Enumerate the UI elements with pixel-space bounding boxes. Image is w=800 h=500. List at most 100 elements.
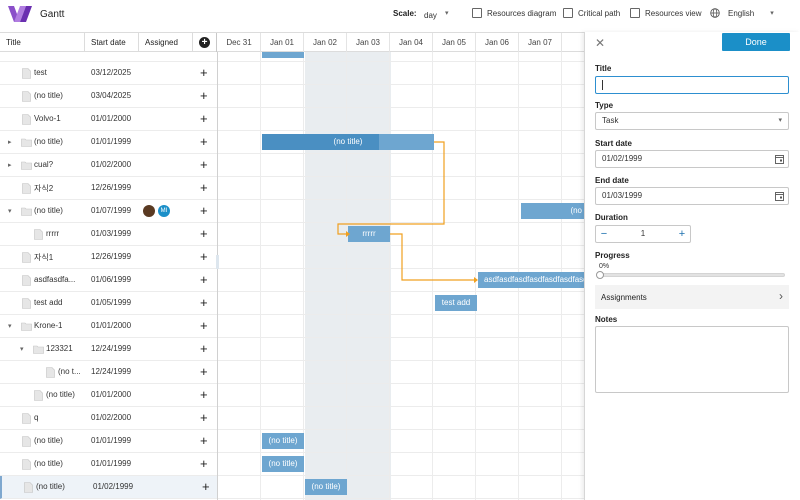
add-subtask-button[interactable]: + (200, 433, 208, 448)
table-row[interactable]: (no title) 01/01/2000 + (0, 384, 218, 407)
start-date-label: Start date (595, 139, 632, 148)
task-start-date: 12/24/1999 (91, 344, 132, 353)
table-row[interactable]: (no title) 01/01/1999 + (0, 453, 218, 476)
critical-path-checkbox[interactable]: Critical path (563, 8, 620, 18)
day-header: Dec 31 (218, 33, 261, 52)
task-bar-no-title-selected[interactable]: (no title) (305, 479, 347, 495)
add-subtask-button[interactable]: + (200, 410, 208, 425)
add-subtask-button[interactable]: + (200, 249, 208, 264)
table-row[interactable]: ▾ Krone-1 01/01/2000 + (0, 315, 218, 338)
table-row[interactable]: rrrrr 01/03/1999 + (0, 223, 218, 246)
calendar-icon[interactable] (775, 154, 784, 164)
add-subtask-button[interactable]: + (200, 65, 208, 80)
table-row[interactable]: ▸ (no title) 01/01/1999 + (0, 131, 218, 154)
slider-thumb[interactable] (596, 271, 604, 279)
add-task-button[interactable]: + (199, 37, 210, 48)
increment-button[interactable]: + (674, 226, 690, 242)
task-title: asdfasdfa... (34, 275, 76, 284)
task-start-date: 01/05/1999 (91, 298, 132, 307)
add-subtask-button[interactable]: + (200, 295, 208, 310)
table-row[interactable]: ▾ (no title) 01/07/1999 MI + (0, 200, 218, 223)
add-subtask-button[interactable]: + (200, 456, 208, 471)
task-start-date: 01/01/2000 (91, 114, 132, 123)
resources-view-checkbox[interactable]: Resources view (630, 8, 701, 18)
task-bar-no-title-right[interactable]: (no (521, 203, 584, 219)
chevron-down-icon[interactable]: ▾ (8, 322, 12, 330)
language-select[interactable]: English ▾ (710, 8, 774, 18)
file-icon (22, 459, 31, 470)
add-subtask-button[interactable]: + (200, 341, 208, 356)
column-header-title[interactable]: Title (0, 33, 85, 52)
start-date-value: 01/02/1999 (602, 154, 643, 163)
task-start-date: 12/26/1999 (91, 252, 132, 261)
add-subtask-button[interactable]: + (200, 272, 208, 287)
task-bar-no-title[interactable]: (no title) (262, 456, 304, 472)
type-select[interactable]: Task ▾ (595, 112, 789, 130)
table-row[interactable]: q 01/02/2000 + (0, 407, 218, 430)
scale-select[interactable]: day ▾ (424, 8, 454, 22)
task-bar-rrrrr[interactable]: rrrrr (348, 226, 390, 242)
decrement-button[interactable]: − (596, 226, 612, 242)
table-row[interactable]: (no title) 03/04/2025 + (0, 85, 218, 108)
chevron-down-icon[interactable]: ▾ (8, 207, 12, 215)
task-title: 자식2 (34, 184, 54, 193)
table-row[interactable]: (no t... 12/24/1999 + (0, 361, 218, 384)
day-column (347, 52, 390, 500)
timeline-scroll-handle[interactable] (216, 255, 219, 269)
add-subtask-button[interactable]: + (202, 479, 210, 494)
duration-value[interactable]: 1 (612, 226, 674, 242)
table-row[interactable]: asdfasdfa... 01/06/1999 + (0, 269, 218, 292)
task-bar[interactable] (262, 52, 304, 58)
task-bar-test-add[interactable]: test add (435, 295, 477, 311)
task-bar-no-title[interactable]: (no title) (262, 433, 304, 449)
column-header-start-date[interactable]: Start date (85, 33, 139, 52)
add-subtask-button[interactable]: + (200, 180, 208, 195)
file-icon (22, 252, 31, 263)
table-row[interactable]: test add 01/05/1999 + (0, 292, 218, 315)
table-row[interactable]: ▾ 123321 12/24/1999 + (0, 338, 218, 361)
table-row[interactable]: ▸ cual? 01/02/2000 + (0, 154, 218, 177)
progress-slider[interactable] (596, 271, 785, 279)
task-bar-label: (no title) (268, 459, 298, 468)
row-line (218, 130, 584, 131)
table-row[interactable]: (no title) 01/02/1999 + (0, 476, 218, 499)
chevron-down-icon[interactable]: ▾ (20, 345, 24, 353)
add-subtask-button[interactable]: + (200, 387, 208, 402)
task-bar-no-title-parent[interactable]: (no title) (262, 134, 434, 150)
table-row[interactable]: 자식1 12/26/1999 + (0, 246, 218, 269)
add-subtask-button[interactable]: + (200, 134, 208, 149)
add-subtask-button[interactable]: + (200, 157, 208, 172)
task-title: Krone-1 (34, 321, 63, 330)
file-icon (22, 91, 31, 102)
table-row[interactable]: 자식2 12/26/1999 + (0, 177, 218, 200)
resources-diagram-checkbox[interactable]: Resources diagram (472, 8, 556, 18)
column-header-assigned[interactable]: Assigned (139, 33, 193, 52)
chevron-right-icon[interactable]: ▸ (8, 138, 12, 146)
task-start-date: 01/01/1999 (91, 436, 132, 445)
table-row[interactable]: Volvo-1 01/01/2000 + (0, 108, 218, 131)
task-start-date: 01/01/1999 (91, 459, 132, 468)
add-subtask-button[interactable]: + (200, 226, 208, 241)
chevron-right-icon[interactable]: ▸ (8, 161, 12, 169)
task-title: Volvo-1 (34, 114, 61, 123)
add-subtask-button[interactable]: + (200, 88, 208, 103)
title-input[interactable] (595, 76, 789, 94)
done-button[interactable]: Done (722, 33, 790, 51)
calendar-icon[interactable] (775, 191, 784, 201)
end-date-input[interactable]: 01/03/1999 (595, 187, 789, 205)
add-subtask-button[interactable]: + (200, 318, 208, 333)
folder-icon (21, 161, 32, 170)
notes-textarea[interactable] (595, 326, 789, 393)
start-date-input[interactable]: 01/02/1999 (595, 150, 789, 168)
close-icon[interactable]: ✕ (595, 36, 605, 50)
add-subtask-button[interactable]: + (200, 111, 208, 126)
table-row[interactable]: (no title) 01/01/1999 + (0, 430, 218, 453)
table-row[interactable]: test 03/12/2025 + (0, 62, 218, 85)
assignments-row[interactable]: Assignments › (595, 285, 789, 309)
task-start-date: 01/03/1999 (91, 229, 132, 238)
add-subtask-button[interactable]: + (200, 203, 208, 218)
type-value: Task (602, 116, 619, 125)
add-subtask-button[interactable]: + (200, 364, 208, 379)
checkbox-box (472, 8, 482, 18)
task-bar-asdf[interactable]: asdfasdfasdfasdfasdfasdfasdf (478, 272, 584, 288)
